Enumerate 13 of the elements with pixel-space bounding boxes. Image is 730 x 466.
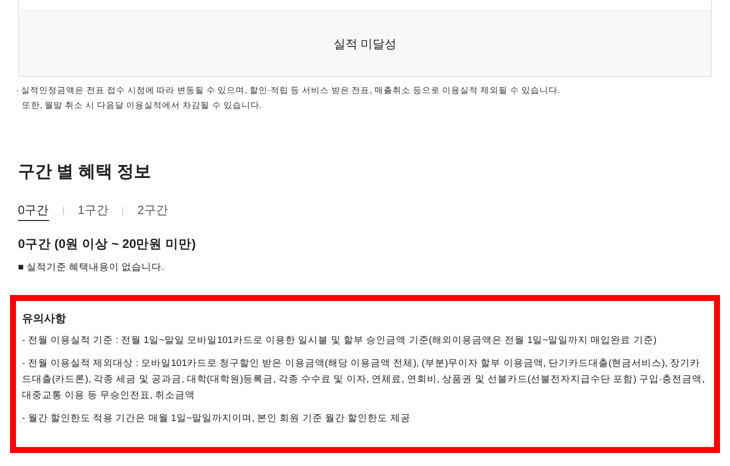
status-panel: 실적 미달성 — [19, 10, 711, 76]
caution-text: - 월간 할인한도 적용 기간은 매월 1일~말일까지이며, 본인 회원 기준 월간 할인한도 제공 — [22, 412, 412, 426]
caution-text: - 전월 이용실적 제외대상 : 모바일101카드로 청구할인 받은 이용금액(해당 이용금액 전체), (부분)무이자 할부 이용금액, 단기카드대출(현금서비스), 장기카드대출(카드론), 각종 세금 및 공과금, 대학(대학원)등록금, 각종 수수료 및 이자, 연체료, 연회비, 상품권 및 선불카드(선불전자지급수단 포함) 구입·충전금액, 대중교통 이용 등 무승인전표, 취소금액 — [22, 357, 706, 404]
caution-title: 유의사항 — [22, 312, 66, 328]
tier-tab[interactable]: 2구간 — [137, 201, 168, 221]
tier-benefit-text: ■ 실적기준 혜택내용이 없습니다. — [18, 261, 164, 275]
section-title: 구간 별 혜택 정보 — [18, 161, 152, 183]
tier-tab[interactable]: 1구간 — [78, 201, 108, 221]
note-text: · 실적인정금액은 전표 접수 시점에 따라 변동될 수 있으며, 할인·적립 등 서비스 받은 전표, 매출취소 등으로 이용실적 제외될 수 있습니다. — [16, 84, 561, 97]
note-text: 또한, 월말 취소 시 다음달 이용실적에서 차감될 수 있습니다. — [21, 99, 263, 112]
tier-title: 0구간 (0원 이상 ~ 20만원 미만) — [18, 236, 196, 253]
tier-tab[interactable]: 0구간 — [18, 201, 49, 221]
caution-text: - 전월 이용실적 기준 : 전월 1일~말일 모바일101카드로 이용한 일시불 및 할부 승인금액 기준(해외이용금액은 전월 1일~말일까지 매입완료 기준) — [22, 334, 658, 348]
